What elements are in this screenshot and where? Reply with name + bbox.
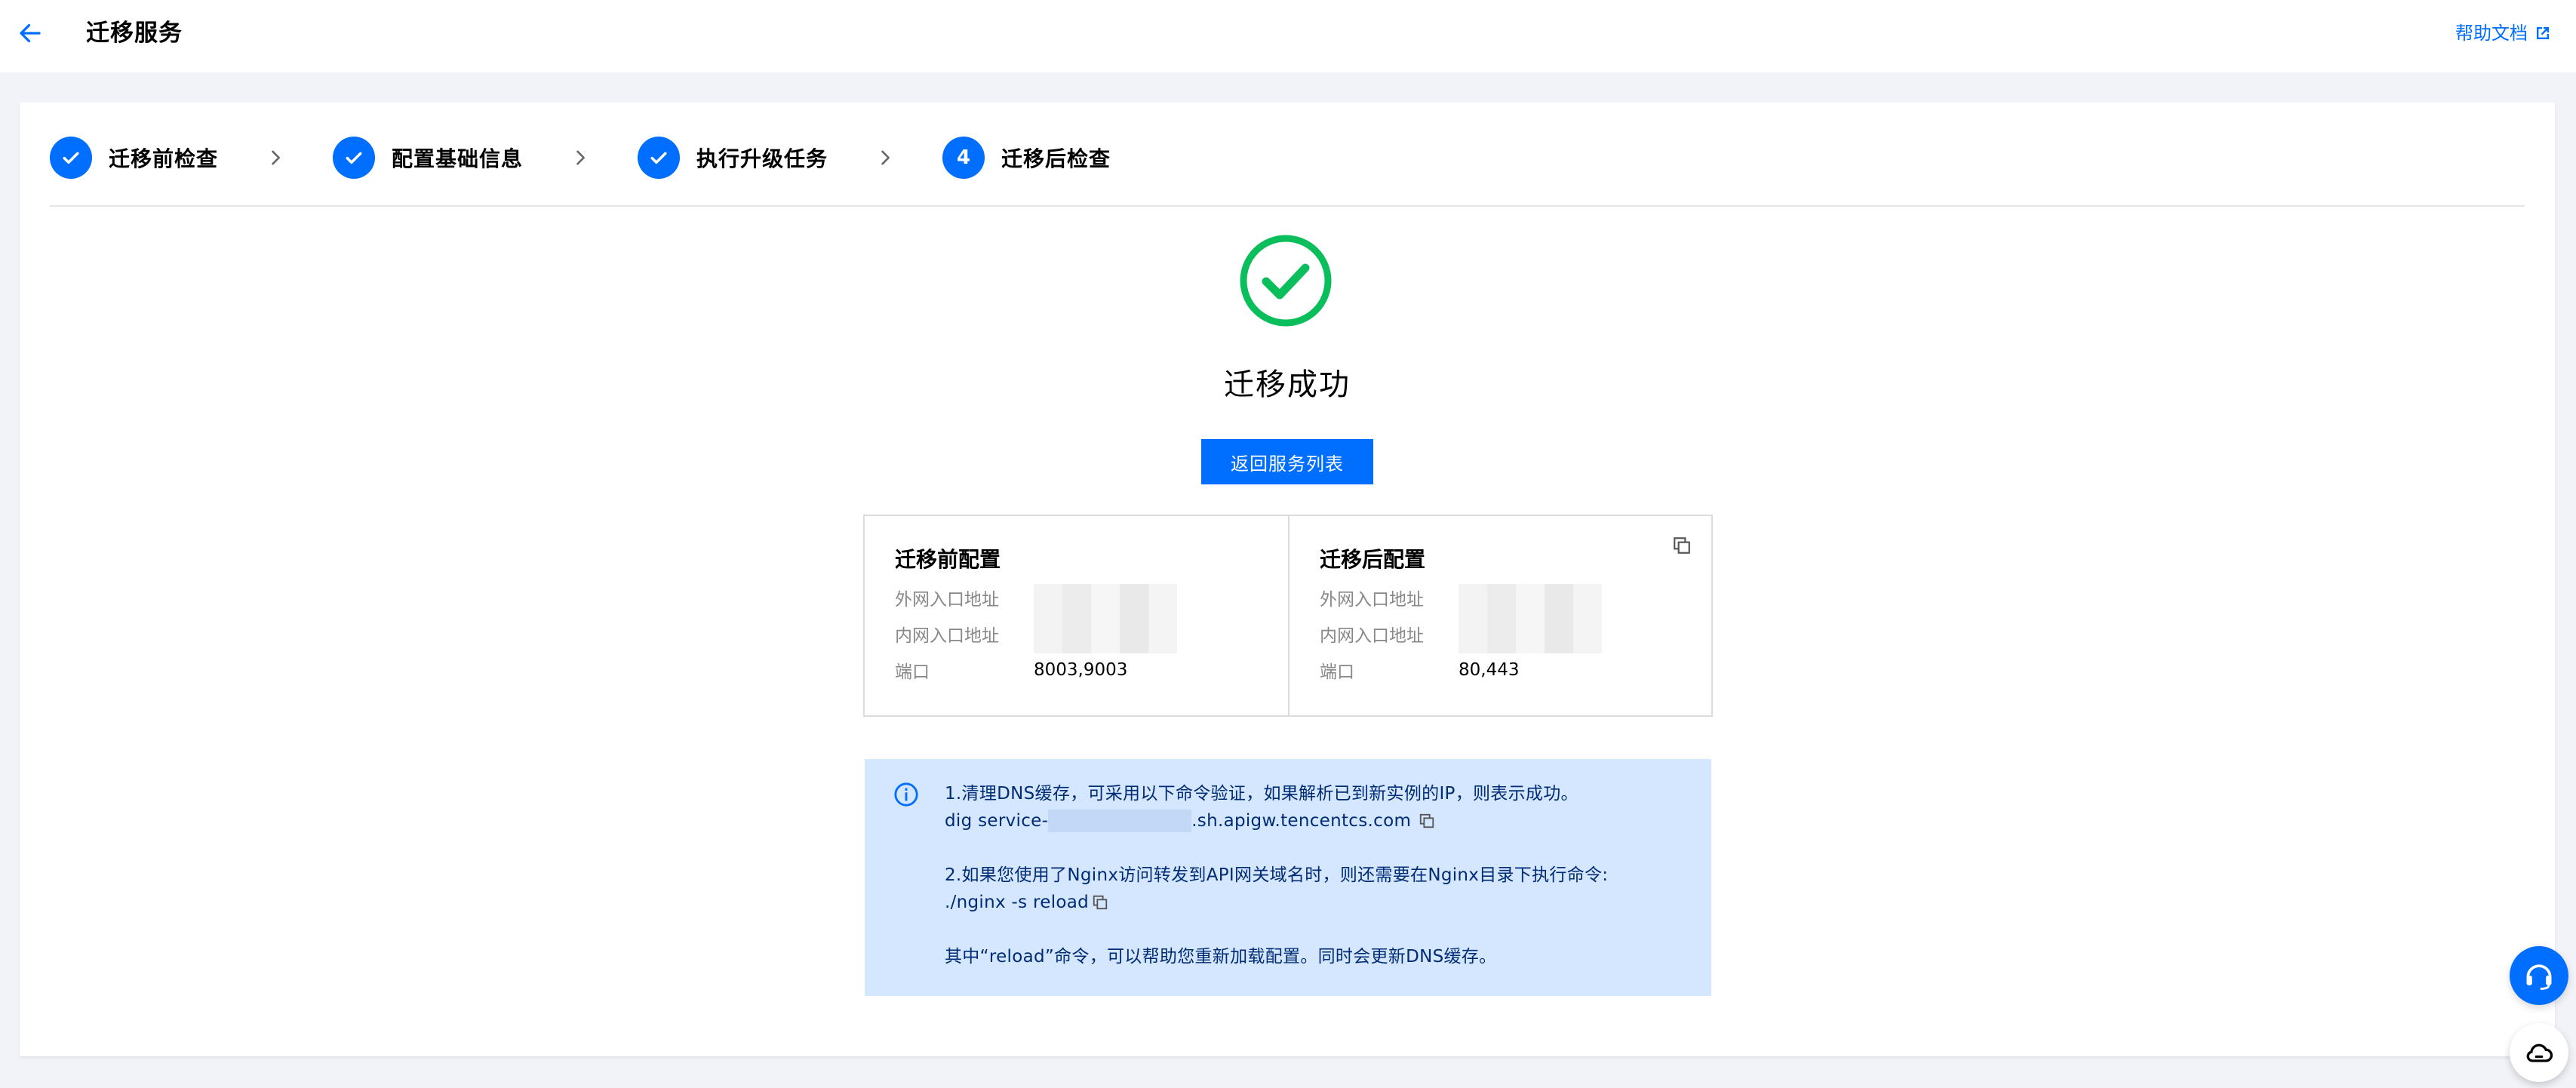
check-icon: [346, 152, 362, 164]
redacted-address: [1034, 584, 1177, 653]
before-config-panel: 迁移前配置 外网入口地址 内网入口地址 端口 8003,9003: [865, 516, 1288, 715]
redacted-address: [1459, 584, 1602, 653]
after-port-row: 端口 80,443: [1320, 652, 1711, 688]
after-private-label: 内网入口地址: [1320, 626, 1424, 646]
info-command-1: dig service- .sh.apigw.tencentcs.com: [945, 807, 1608, 834]
before-config-title: 迁移前配置: [895, 547, 1001, 572]
stepper: 迁移前检查 配置基础信息 执行升级任务 4 迁移后检查: [50, 131, 1111, 184]
info-content: 1.清理DNS缓存，可采用以下命令验证，如果解析已到新实例的IP，则表示成功。 …: [945, 780, 1608, 970]
info-line-1: 1.清理DNS缓存，可采用以下命令验证，如果解析已到新实例的IP，则表示成功。: [945, 784, 1578, 804]
top-bar: 迁移服务 帮助文档: [0, 0, 2576, 72]
customer-support-button[interactable]: [2510, 946, 2568, 1005]
check-icon: [650, 152, 667, 164]
step-number: 4: [942, 137, 985, 179]
check-icon: [63, 152, 79, 164]
step-label: 迁移前检查: [109, 146, 219, 171]
stepper-divider: [50, 205, 2525, 207]
info-line-3: 其中“reload”命令，可以帮助您重新加载配置。同时会更新DNS缓存。: [945, 947, 1497, 967]
after-public-label: 外网入口地址: [1320, 590, 1424, 610]
step-upgrade-task: 执行升级任务: [638, 137, 828, 179]
step-done-indicator: [333, 137, 376, 179]
step-post-check: 4 迁移后检查: [942, 137, 1111, 179]
external-link-icon: [2537, 27, 2549, 39]
main-card: 迁移前检查 配置基础信息 执行升级任务 4 迁移后检查 迁移成功 返回服务列表: [20, 103, 2555, 1056]
step-label: 迁移后检查: [1001, 146, 1111, 171]
after-port-value: 80,443: [1459, 660, 1520, 680]
copy-icon[interactable]: [1092, 894, 1108, 911]
chevron-right-icon: [272, 150, 280, 165]
help-docs-link[interactable]: 帮助文档: [2455, 20, 2552, 47]
step-label: 配置基础信息: [392, 146, 524, 171]
step-pre-check: 迁移前检查: [50, 137, 218, 179]
step-basic-config: 配置基础信息: [333, 137, 523, 179]
back-arrow-icon[interactable]: [17, 20, 44, 47]
before-private-label: 内网入口地址: [895, 626, 999, 646]
result-title: 迁移成功: [1224, 367, 1351, 402]
before-port-value: 8003,9003: [1034, 660, 1128, 680]
command-prefix: dig service-: [945, 811, 1049, 831]
nginx-reload-command: ./nginx -s reload: [945, 893, 1090, 912]
redacted-service-id: [1048, 810, 1192, 832]
step-label: 执行升级任务: [696, 146, 828, 171]
chevron-right-icon: [576, 150, 585, 165]
command-suffix: .sh.apigw.tencentcs.com: [1191, 811, 1412, 831]
info-command-2: ./nginx -s reload: [945, 889, 1608, 916]
before-port-label: 端口: [895, 662, 930, 682]
config-compare: 迁移前配置 外网入口地址 内网入口地址 端口 8003,9003 迁移后配置 外…: [863, 515, 1713, 717]
info-icon: [894, 782, 918, 807]
return-service-list-button[interactable]: 返回服务列表: [1201, 439, 1373, 484]
chevron-right-icon: [881, 150, 890, 165]
step-done-indicator: [638, 137, 681, 179]
copy-icon[interactable]: [1672, 536, 1692, 555]
after-config-panel: 迁移后配置 外网入口地址 内网入口地址 端口 80,443: [1288, 516, 1711, 715]
headset-icon: [2526, 964, 2552, 990]
page-title: 迁移服务: [86, 20, 183, 47]
after-config-title: 迁移后配置: [1320, 547, 1426, 572]
help-docs-label: 帮助文档: [2455, 23, 2528, 44]
before-public-label: 外网入口地址: [895, 590, 999, 610]
step-done-indicator: [50, 137, 92, 179]
after-port-label: 端口: [1320, 662, 1354, 682]
success-check-circle-icon: [1240, 235, 1332, 327]
cloud-assistant-button[interactable]: [2510, 1023, 2568, 1082]
cloud-icon: [2526, 1043, 2553, 1062]
before-port-row: 端口 8003,9003: [895, 652, 1288, 688]
info-alert: 1.清理DNS缓存，可采用以下命令验证，如果解析已到新实例的IP，则表示成功。 …: [865, 759, 1711, 996]
copy-icon[interactable]: [1419, 813, 1435, 829]
info-line-2: 2.如果您使用了Nginx访问转发到API网关域名时，则还需要在Nginx目录下…: [945, 865, 1609, 885]
